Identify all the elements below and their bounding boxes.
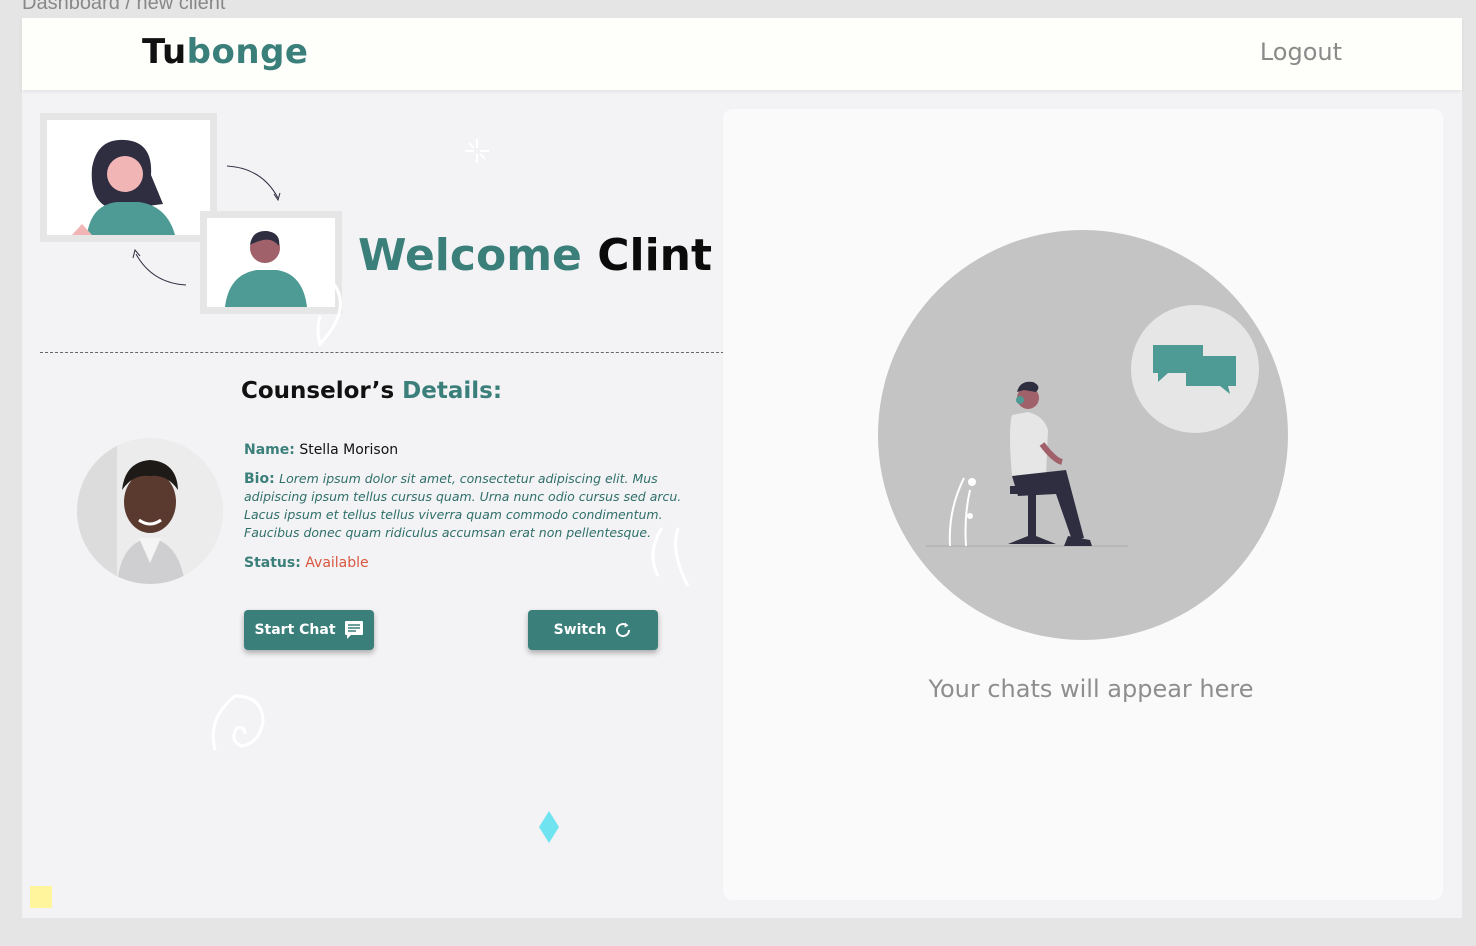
decorative-swirl-icon <box>316 283 342 347</box>
bio-label: Bio: <box>244 471 275 487</box>
message-square-icon <box>344 621 363 639</box>
welcome-word: Welcome <box>358 230 582 281</box>
section-title-part-1: Counselor’s <box>241 378 395 404</box>
status-badge: Available <box>305 555 369 571</box>
empty-chats-message: Your chats will appear here <box>928 675 1254 703</box>
switch-button[interactable]: Switch <box>528 610 658 650</box>
switch-label: Switch <box>553 622 607 638</box>
counselor-avatar <box>77 438 223 584</box>
counselor-name: Stella Morison <box>299 442 399 458</box>
decorative-quote-icon <box>651 527 690 587</box>
top-header: Tubonge Logout <box>22 18 1462 90</box>
section-divider <box>40 352 724 353</box>
diamond-icon <box>539 811 559 843</box>
decorative-spiral-icon <box>211 694 265 751</box>
counselor-bio: Lorem ipsum dolor sit amet, consectetur … <box>244 471 682 540</box>
decorative-square <box>30 886 52 908</box>
client-name: Clint <box>597 230 713 281</box>
logo-part-2: bonge <box>186 32 309 72</box>
chat-panel: Your chats will appear here <box>723 109 1443 900</box>
logout-button[interactable]: Logout <box>1260 38 1342 66</box>
exchange-arrows-icon <box>132 165 281 286</box>
counselor-name-row: Name: Stella Morison <box>244 442 714 458</box>
counselor-photo-icon <box>77 438 223 584</box>
app-frame: Tubonge Logout Welcome Clint Counselor’s… <box>22 18 1462 918</box>
welcome-heading: Welcome Clint <box>358 230 712 281</box>
start-chat-button[interactable]: Start Chat <box>244 610 374 650</box>
start-chat-label: Start Chat <box>254 622 336 638</box>
name-label: Name: <box>244 442 295 458</box>
status-label: Status: <box>244 555 301 571</box>
breadcrumb: Dashboard / new client <box>22 0 226 14</box>
sparkle-icon <box>465 139 489 163</box>
logo[interactable]: Tubonge <box>142 32 308 72</box>
refresh-icon <box>616 622 631 638</box>
logo-part-1: Tu <box>142 32 187 72</box>
section-title-part-2: Details: <box>402 378 503 404</box>
counselor-section-title: Counselor’s Details: <box>241 378 502 404</box>
empty-chats-illustration <box>878 230 1288 640</box>
